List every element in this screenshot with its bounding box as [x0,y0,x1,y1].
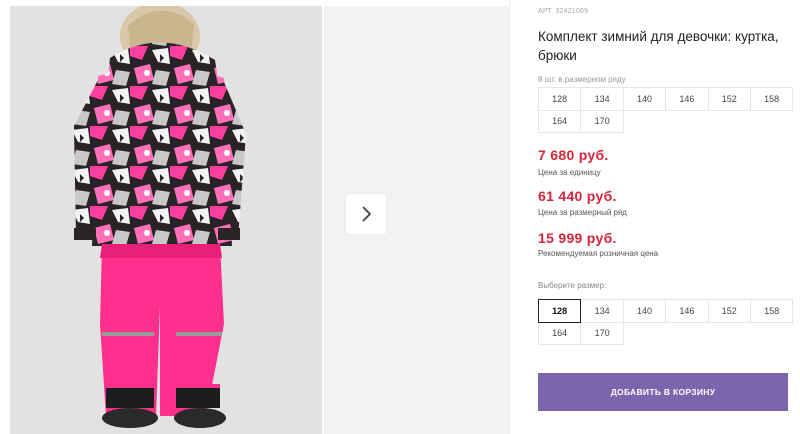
size-select-label: Выберите размер: [538,281,607,290]
size-option-140[interactable]: 140 [622,299,667,323]
pack-size-cell: 128 [538,87,582,111]
pack-size-cell: 152 [707,87,751,111]
size-option-128[interactable]: 128 [538,299,582,323]
price-per-unit-label: Цена за единицу [538,168,601,177]
size-option-152[interactable]: 152 [707,299,751,323]
pack-size-cell: 146 [665,87,709,111]
retail-price-label: Рекомендуемая розничная цена [538,249,659,258]
retail-price: 15 999 руб. [538,230,617,246]
pack-size-cell: 164 [538,109,582,133]
pack-size-grid: 128 134 140 146 152 158 164 170 [538,87,794,133]
chevron-right-icon [362,206,372,222]
pack-size-cell: 140 [622,87,667,111]
pack-size-cell: 134 [580,87,624,111]
add-to-cart-button[interactable]: ДОБАВИТЬ В КОРЗИНУ [538,373,788,411]
size-option-170[interactable]: 170 [580,321,624,345]
pack-size-cell: 170 [580,109,624,133]
size-option-164[interactable]: 164 [538,321,582,345]
size-option-158[interactable]: 158 [749,299,794,323]
size-selector: 128 134 140 146 152 158 164 170 [538,299,794,345]
product-photo[interactable] [10,6,322,434]
product-sku: АРТ. 32421069 [538,8,589,15]
price-per-unit: 7 680 руб. [538,147,609,163]
girl-in-snowsuit-illustration [74,6,246,428]
product-gallery [0,0,510,434]
pack-size-label: 8 шт. в размерном ряду [538,75,626,84]
panel-divider [509,0,510,434]
product-title: Комплект зимний для девочки: куртка, брю… [538,29,779,63]
price-per-pack-label: Цена за размерный ряд [538,208,627,217]
product-info-panel: АРТ. 32421069 Комплект зимний для девочк… [538,0,800,434]
price-per-pack: 61 440 руб. [538,188,617,204]
size-option-146[interactable]: 146 [665,299,709,323]
pack-size-cell: 158 [749,87,794,111]
next-photo-button[interactable] [346,194,386,234]
size-option-134[interactable]: 134 [580,299,624,323]
